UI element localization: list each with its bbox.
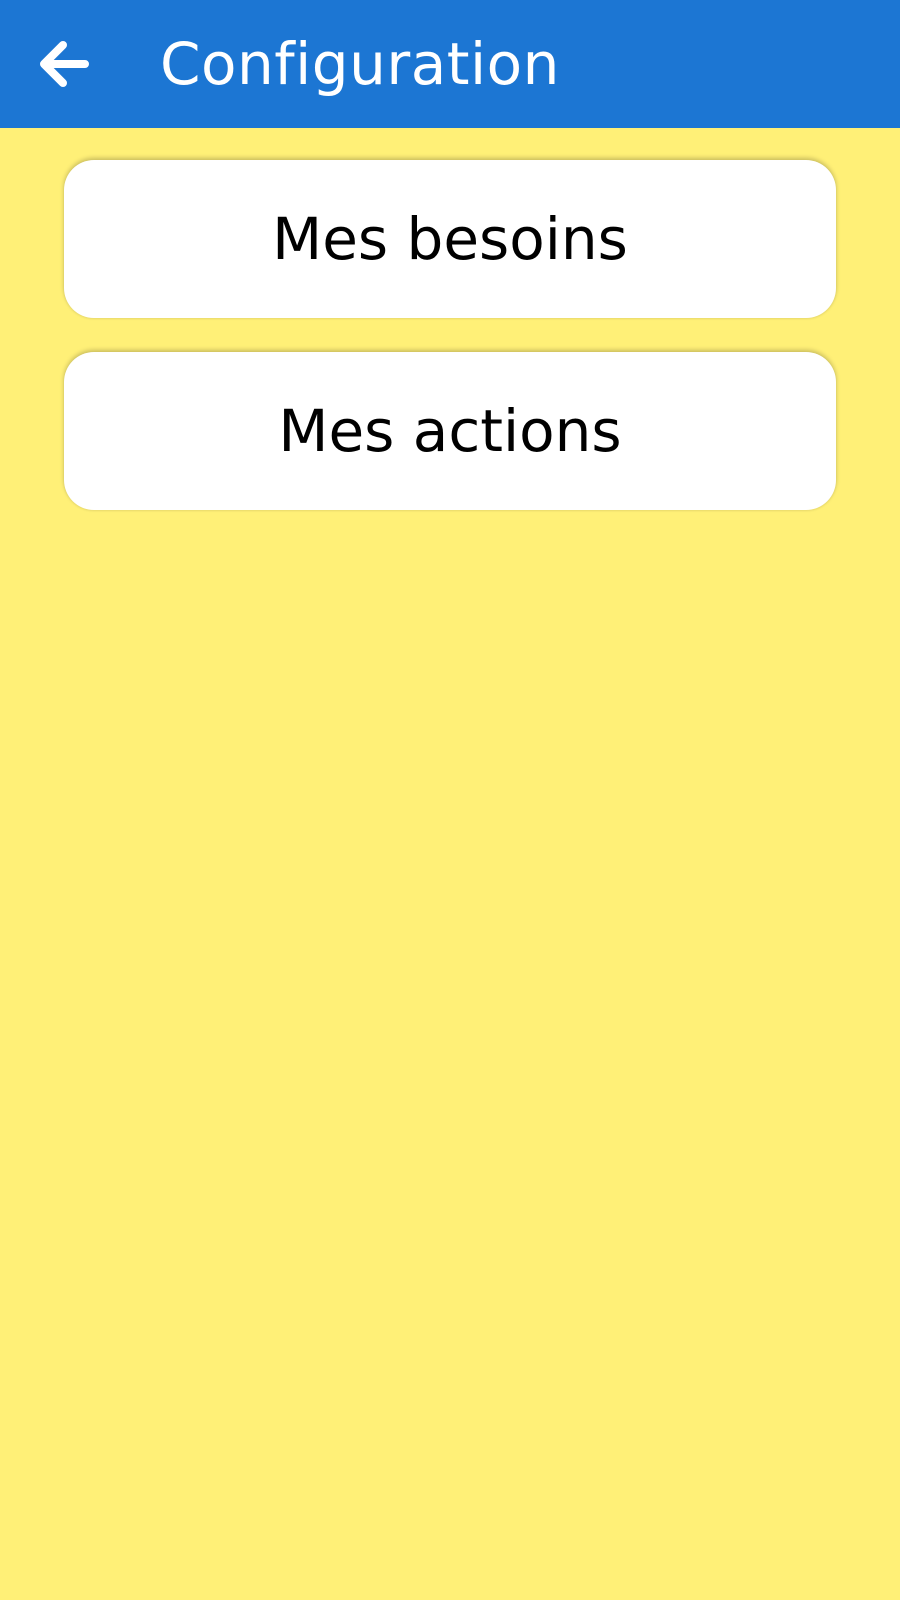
page-title: Configuration xyxy=(160,30,560,98)
app-bar: Configuration xyxy=(0,0,900,128)
menu-item-label: Mes actions xyxy=(278,397,622,465)
menu-item-mes-actions[interactable]: Mes actions xyxy=(64,352,836,510)
main-content: Mes besoins Mes actions xyxy=(0,128,900,1600)
back-button[interactable] xyxy=(30,34,96,94)
arrow-left-icon xyxy=(33,34,93,94)
menu-item-label: Mes besoins xyxy=(272,205,628,273)
menu-item-mes-besoins[interactable]: Mes besoins xyxy=(64,160,836,318)
